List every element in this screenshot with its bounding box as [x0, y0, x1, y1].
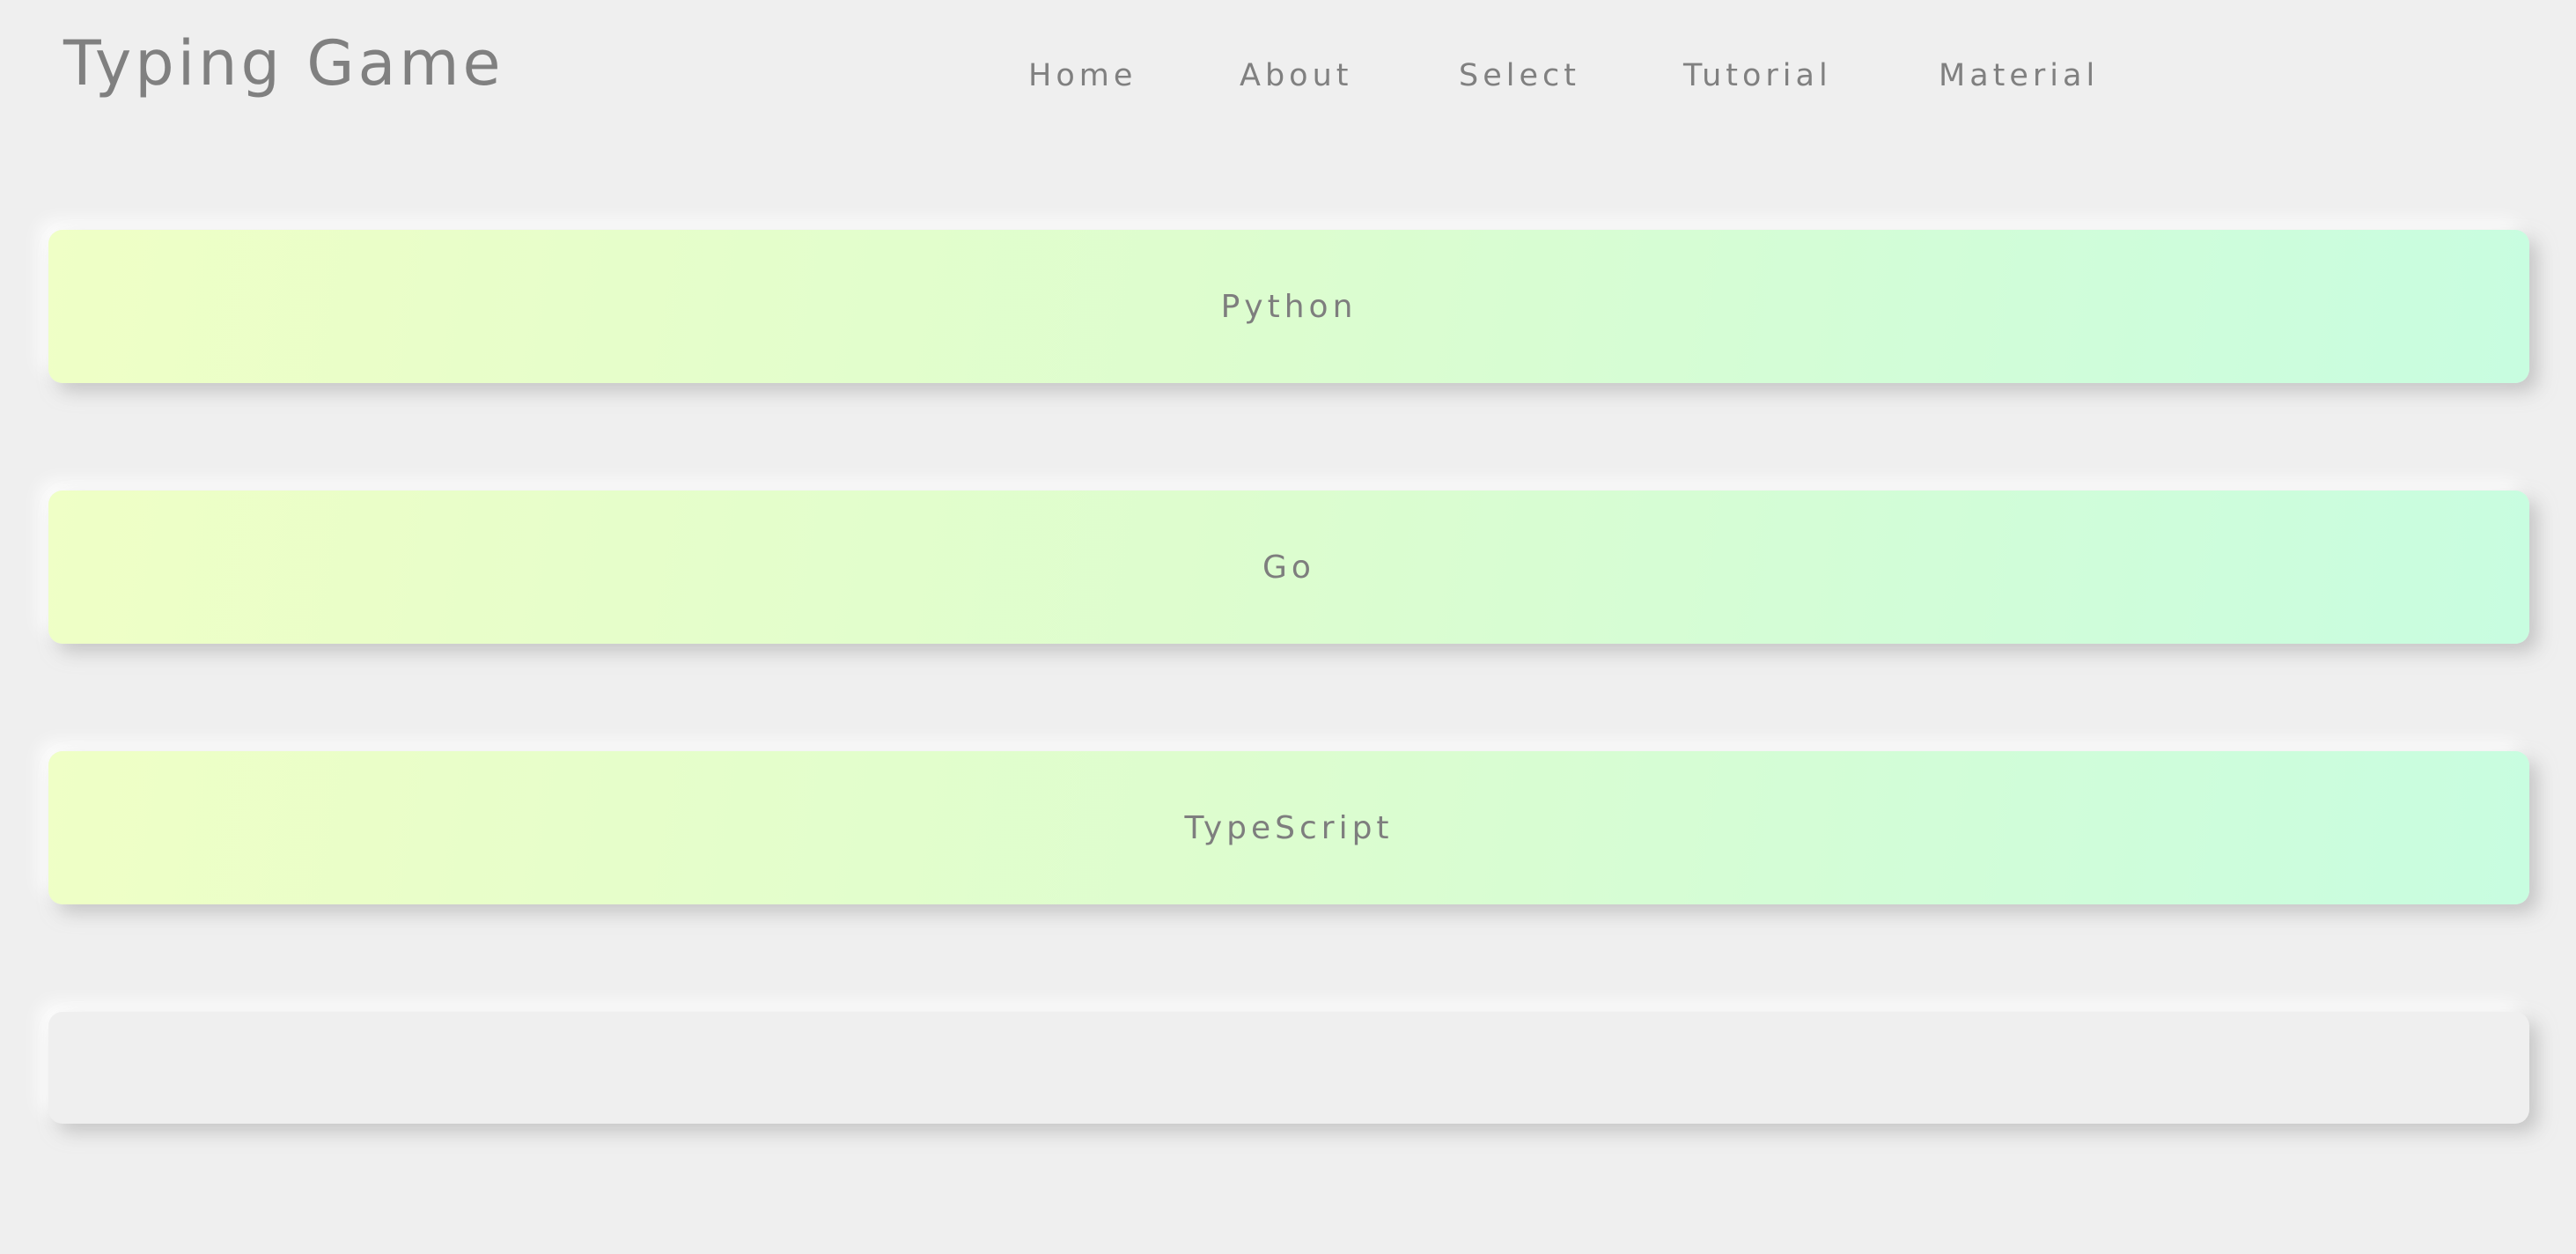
language-card-label: TypeScript: [1184, 809, 1394, 846]
main-nav: Home About Select Tutorial Material: [0, 55, 2576, 97]
language-card-typescript[interactable]: TypeScript: [48, 751, 2529, 904]
nav-material-link[interactable]: Material: [1939, 55, 2099, 97]
language-card-python[interactable]: Python: [48, 230, 2529, 383]
language-card-go[interactable]: Go: [48, 491, 2529, 644]
nav-home-link[interactable]: Home: [1028, 55, 1137, 97]
nav-tutorial-link[interactable]: Tutorial: [1683, 55, 1832, 97]
nav-select-link[interactable]: Select: [1459, 55, 1580, 97]
language-card-label: Python: [1220, 288, 1358, 325]
language-card-label: Go: [1262, 549, 1315, 586]
language-card-empty[interactable]: [48, 1012, 2529, 1124]
nav-about-link[interactable]: About: [1240, 55, 1352, 97]
